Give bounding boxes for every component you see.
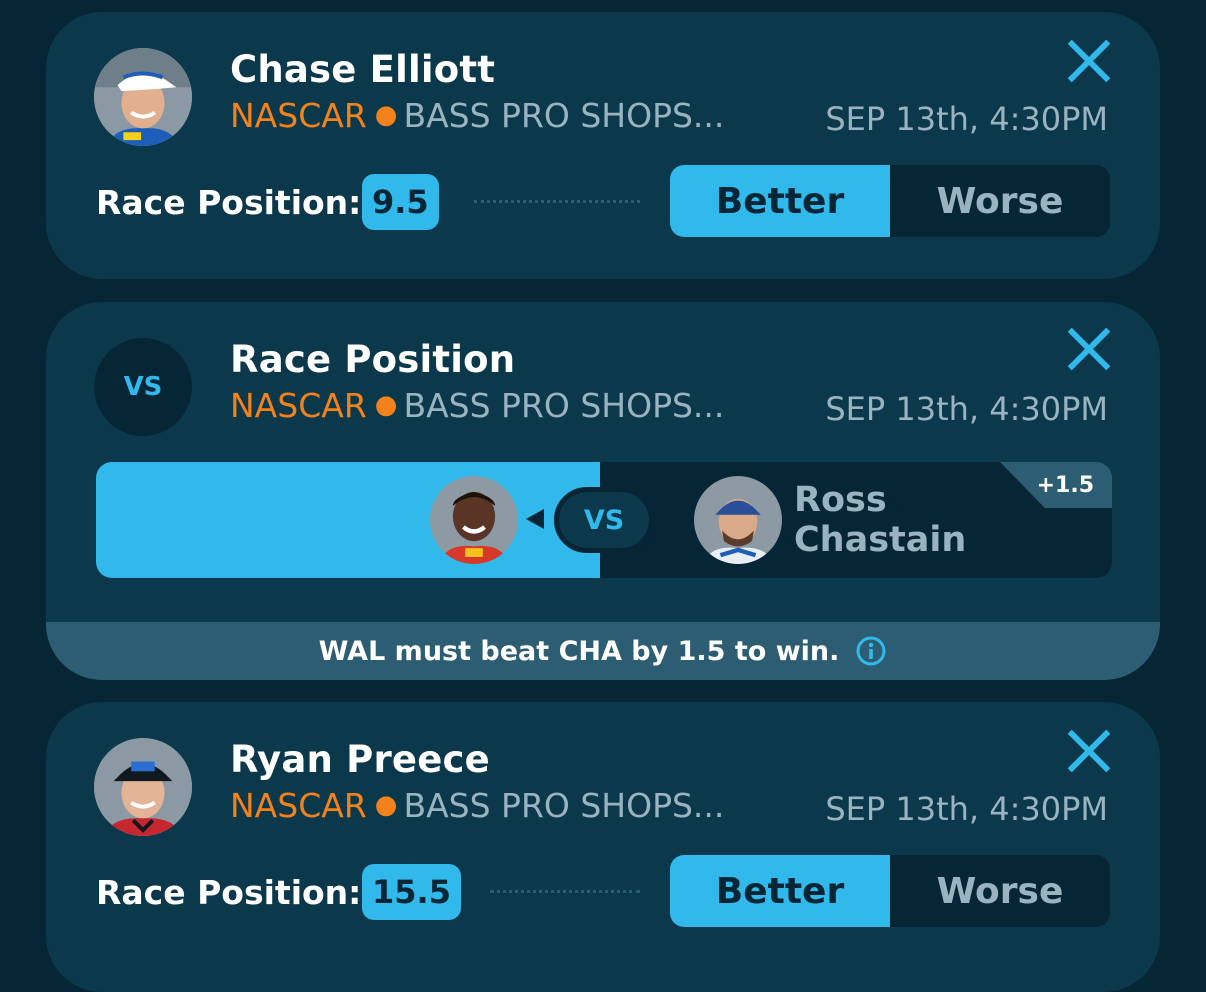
stat-label: Race Position:	[96, 873, 362, 912]
vs-badge: VS	[94, 338, 192, 436]
better-worse-toggle: Better Worse	[670, 165, 1110, 237]
matchup-card: VS Race Position NASCAR ● BASS PRO SHOPS..…	[46, 302, 1160, 680]
league-label: NASCAR	[230, 386, 367, 425]
player-headshot-ross-chastain	[694, 476, 782, 564]
matchup-rule-text: WAL must beat CHA by 1.5 to win.	[318, 635, 840, 667]
event-name: BASS PRO SHOPS...	[403, 96, 725, 135]
league-label: NASCAR	[230, 786, 367, 825]
worse-button[interactable]: Worse	[890, 855, 1110, 927]
matchup-selector: Bubba Wallace VS Ross Chastain +1.5	[96, 462, 1112, 578]
event-name: BASS PRO SHOPS...	[403, 786, 725, 825]
event-meta: NASCAR ● BASS PRO SHOPS...	[230, 96, 724, 135]
player-headshot-chase-elliott	[94, 48, 192, 146]
event-time: SEP 13th, 4:30PM	[825, 390, 1108, 428]
dot-separator: ●	[374, 100, 398, 130]
dotted-divider	[490, 890, 640, 893]
better-worse-toggle: Better Worse	[670, 855, 1110, 927]
event-meta: NASCAR ● BASS PRO SHOPS...	[230, 386, 724, 425]
spread-badge: +1.5	[1000, 462, 1112, 508]
better-button[interactable]: Better	[670, 855, 890, 927]
pick-card-ryan-preece: Ryan Preece NASCAR ● BASS PRO SHOPS... SEP…	[46, 702, 1160, 992]
player-headshot-bubba-wallace	[430, 476, 518, 564]
right-driver-first-name: Ross	[794, 480, 887, 520]
player-avatar	[94, 738, 192, 836]
right-driver-avatar	[694, 476, 782, 564]
player-avatar	[94, 48, 192, 146]
event-time: SEP 13th, 4:30PM	[825, 790, 1108, 828]
stat-line-value: 9.5	[362, 174, 439, 230]
matchup-footer: WAL must beat CHA by 1.5 to win.	[46, 622, 1160, 680]
dotted-divider	[474, 200, 640, 203]
player-name: Chase Elliott	[230, 48, 496, 91]
league-label: NASCAR	[230, 96, 367, 135]
stat-label: Race Position:	[96, 183, 362, 222]
vs-pill: VS	[554, 487, 654, 553]
player-name: Ryan Preece	[230, 738, 490, 781]
close-icon[interactable]	[1066, 326, 1112, 372]
dot-separator: ●	[374, 790, 398, 820]
pick-card-chase-elliott: Chase Elliott NASCAR ● BASS PRO SHOPS... S…	[46, 12, 1160, 279]
left-driver-avatar	[430, 476, 518, 564]
worse-button[interactable]: Worse	[890, 165, 1110, 237]
info-icon[interactable]	[855, 635, 887, 667]
selection-arrow-icon	[526, 509, 544, 529]
event-name: BASS PRO SHOPS...	[403, 386, 725, 425]
close-icon[interactable]	[1066, 38, 1112, 84]
event-meta: NASCAR ● BASS PRO SHOPS...	[230, 786, 724, 825]
stat-line-value: 15.5	[362, 864, 461, 920]
close-icon[interactable]	[1066, 728, 1112, 774]
player-headshot-ryan-preece	[94, 738, 192, 836]
matchup-left-option[interactable]	[96, 462, 600, 578]
right-driver-name[interactable]: Ross Chastain	[794, 480, 966, 560]
dot-separator: ●	[374, 390, 398, 420]
event-time: SEP 13th, 4:30PM	[825, 100, 1108, 138]
better-button[interactable]: Better	[670, 165, 890, 237]
right-driver-last-name: Chastain	[794, 520, 967, 560]
matchup-title: Race Position	[230, 338, 516, 381]
